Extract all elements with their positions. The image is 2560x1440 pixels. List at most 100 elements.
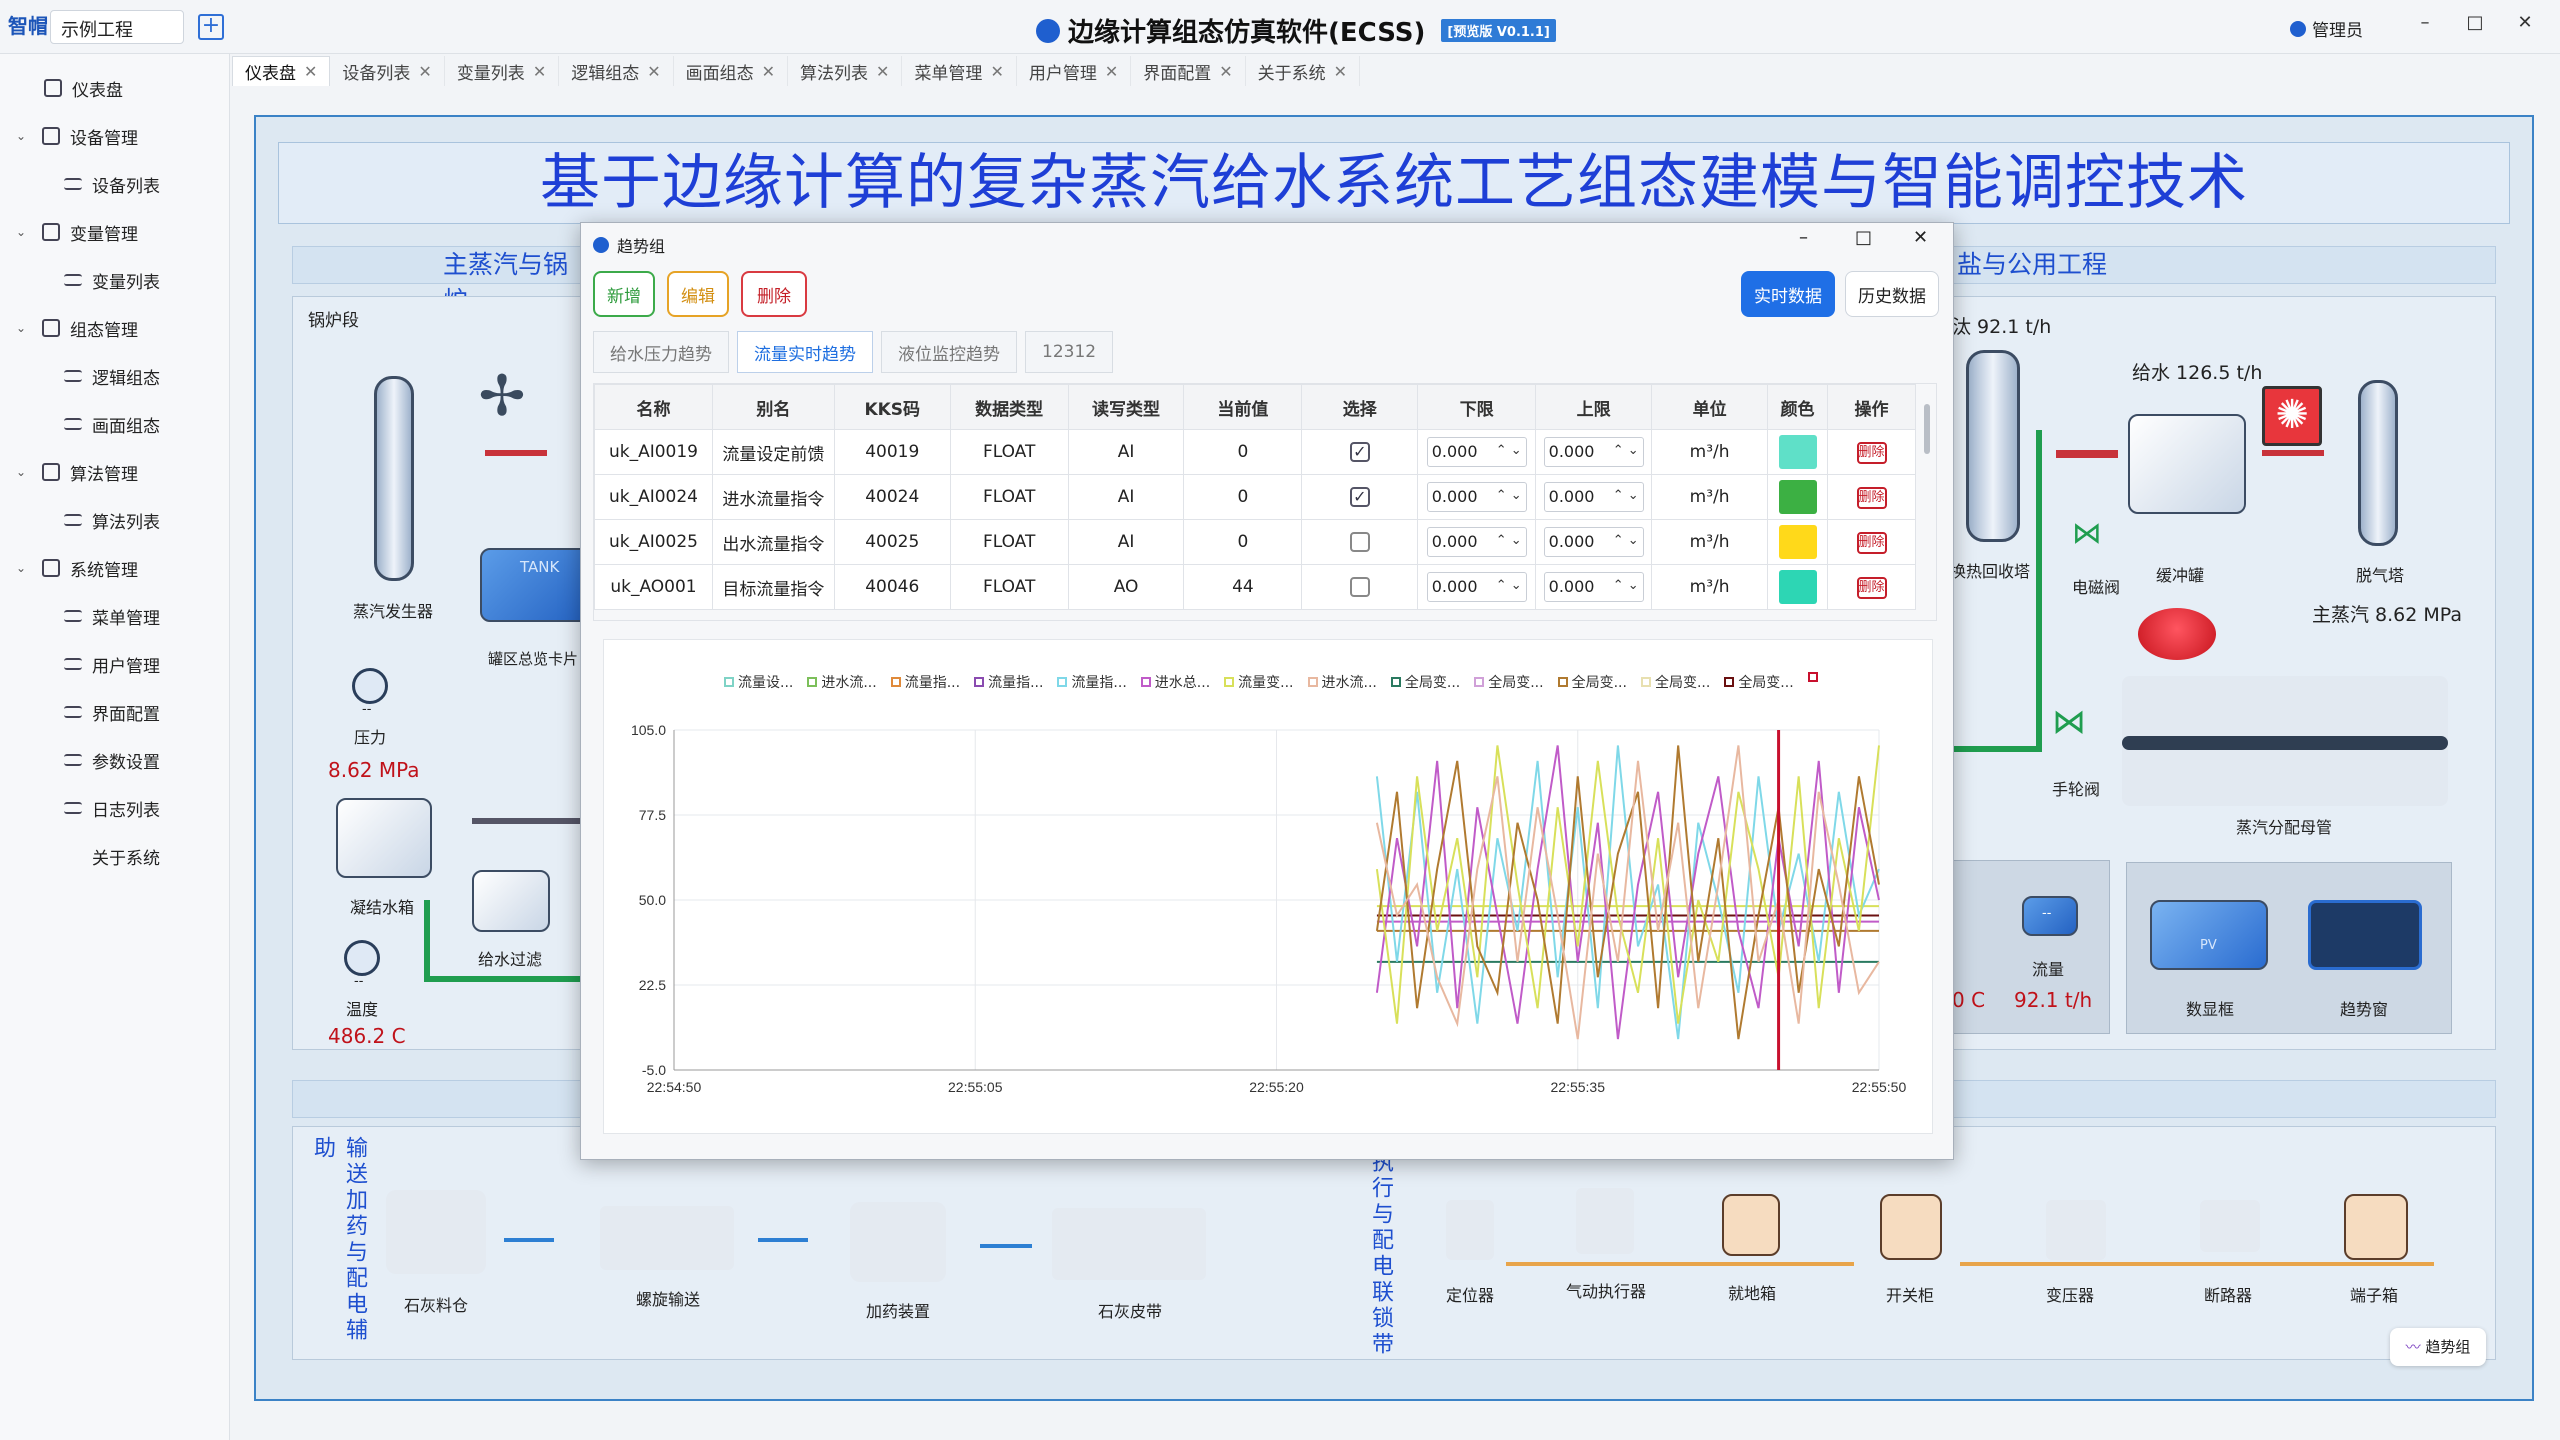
tab-menu-mgmt[interactable]: 菜单管理 ✕ [902,56,1017,86]
close-window-button[interactable]: ✕ [2510,12,2540,42]
high-limit-spinner[interactable]: 0.000 ⌃ ⌄ [1543,482,1644,512]
spinner-arrows-icon[interactable]: ⌃ ⌄ [1496,486,1522,506]
sidebar-item-about[interactable]: 关于系统 [0,836,230,876]
column-header[interactable]: 操作 [1827,384,1916,430]
spinner-arrows-icon[interactable]: ⌃ ⌄ [1613,486,1639,506]
lime-silo[interactable] [386,1190,486,1274]
alarm-button[interactable] [2138,608,2216,660]
tab-screen-config[interactable]: 画面组态 ✕ [674,56,789,86]
sidebar-item-menu-mgmt[interactable]: 菜单管理 [0,596,230,636]
trend-group-float-button[interactable]: 〰 趋势组 [2390,1328,2486,1366]
column-header[interactable]: 单位 [1651,384,1769,430]
edit-button[interactable]: 编辑 [667,271,729,317]
sidebar-item-ui-config[interactable]: 界面配置 [0,692,230,732]
column-header[interactable]: 颜色 [1767,384,1828,430]
tank-card[interactable]: TANK [480,548,592,622]
spinner-arrows-icon[interactable]: ⌃ ⌄ [1613,531,1639,551]
tab-device-list[interactable]: 设备列表 ✕ [330,56,445,86]
terminal-box[interactable] [2344,1194,2408,1260]
table-row[interactable]: uk_AO001 目标流量指令 40046 FLOAT AO 44 0.000 ⌃… [594,564,1916,610]
close-icon[interactable]: ✕ [990,62,1003,81]
delete-button[interactable]: 删除 [741,271,807,317]
tab-user-mgmt[interactable]: 用户管理 ✕ [1017,56,1132,86]
hand-valve-icon[interactable]: ⋈ [2052,702,2086,742]
flow-display[interactable]: -- [2022,896,2078,936]
history-data-button[interactable]: 历史数据 [1845,271,1939,317]
condensate-tank[interactable] [336,798,432,878]
table-row[interactable]: uk_AI0025 出水流量指令 40025 FLOAT AI 0 0.000 ⌃… [594,519,1916,565]
fan-icon[interactable]: ✢ [470,365,534,429]
tab-12312[interactable]: 12312 [1025,331,1114,373]
exhaust-fan-icon[interactable]: ✺ [2262,386,2322,446]
row-delete-button[interactable]: 删除 [1856,576,1887,599]
tab-dashboard[interactable]: 仪表盘 ✕ [232,56,331,86]
sidebar-item-logs[interactable]: 日志列表 [0,788,230,828]
close-icon[interactable]: ✕ [762,62,775,81]
buffer-tank[interactable] [2128,414,2246,514]
tab-about[interactable]: 关于系统 ✕ [1246,56,1361,86]
sidebar-item-system-mgmt[interactable]: ⌄ 系统管理 [0,548,230,588]
close-icon[interactable]: ✕ [304,62,317,81]
steam-header-pipe[interactable] [2122,736,2448,750]
sidebar-item-params[interactable]: 参数设置 [0,740,230,780]
close-icon[interactable]: ✕ [647,62,660,81]
column-header[interactable]: 数据类型 [949,384,1069,430]
close-icon[interactable]: ✕ [418,62,431,81]
low-limit-spinner[interactable]: 0.000 ⌃ ⌄ [1426,437,1527,467]
sidebar-item-user-mgmt[interactable]: 用户管理 [0,644,230,684]
tab-variable-list[interactable]: 变量列表 ✕ [445,56,560,86]
column-header[interactable]: 名称 [594,384,713,430]
dialog-minimize-button[interactable]: – [1799,227,1808,248]
row-delete-button[interactable]: 删除 [1856,486,1887,509]
close-icon[interactable]: ✕ [1105,62,1118,81]
column-header[interactable]: 选择 [1301,384,1419,430]
display-box[interactable]: PV [2150,900,2268,970]
spinner-arrows-icon[interactable]: ⌃ ⌄ [1496,576,1522,596]
spinner-arrows-icon[interactable]: ⌃ ⌄ [1496,531,1522,551]
color-swatch[interactable] [1778,435,1817,469]
table-row[interactable]: uk_AI0019 流量设定前馈 40019 FLOAT AI 0 0.000 ⌃… [594,429,1916,475]
steam-generator[interactable] [374,376,414,581]
close-icon[interactable]: ✕ [533,62,546,81]
sidebar-item-device-list[interactable]: 设备列表 [0,164,230,204]
minimize-button[interactable]: – [2410,12,2440,42]
column-header[interactable]: 读写类型 [1067,384,1185,430]
high-limit-spinner[interactable]: 0.000 ⌃ ⌄ [1543,437,1644,467]
table-scrollbar[interactable] [1924,404,1930,454]
local-box[interactable] [1722,1194,1780,1256]
sidebar-item-config-mgmt[interactable]: ⌄ 组态管理 [0,308,230,348]
tab-ui-config[interactable]: 界面配置 ✕ [1131,56,1246,86]
dialog-maximize-button[interactable]: □ [1855,227,1872,248]
low-limit-spinner[interactable]: 0.000 ⌃ ⌄ [1426,482,1527,512]
low-limit-spinner[interactable]: 0.000 ⌃ ⌄ [1426,527,1527,557]
sidebar-item-device-mgmt[interactable]: ⌄ 设备管理 [0,116,230,156]
tab-logic-config[interactable]: 逻辑组态 ✕ [559,56,674,86]
screw-conveyor[interactable] [600,1206,734,1270]
column-header[interactable]: 下限 [1417,384,1537,430]
sidebar-item-variable-list[interactable]: 变量列表 [0,260,230,300]
tab-feed-pressure-trend[interactable]: 给水压力趋势 [593,331,729,373]
column-header[interactable]: 当前值 [1183,384,1303,430]
close-icon[interactable]: ✕ [1334,62,1347,81]
color-swatch[interactable] [1778,570,1817,604]
select-checkbox[interactable] [1349,577,1370,597]
color-swatch[interactable] [1778,480,1817,514]
positioner[interactable] [1446,1200,1494,1260]
table-row[interactable]: uk_AI0024 进水流量指令 40024 FLOAT AI 0 0.000 ⌃… [594,474,1916,520]
column-header[interactable]: 别名 [711,384,835,430]
sidebar-item-logic-config[interactable]: 逻辑组态 [0,356,230,396]
column-header[interactable]: 上限 [1535,384,1653,430]
heat-recovery-tower[interactable] [1966,350,2020,542]
spinner-arrows-icon[interactable]: ⌃ ⌄ [1613,576,1639,596]
trend-window[interactable] [2308,900,2422,970]
switch-cabinet[interactable] [1880,1194,1942,1260]
sidebar-item-variable-mgmt[interactable]: ⌄ 变量管理 [0,212,230,252]
solenoid-valve-icon[interactable]: ⋈ [2072,516,2102,551]
color-swatch[interactable] [1778,525,1817,559]
realtime-data-button[interactable]: 实时数据 [1741,271,1835,317]
pneumatic-actuator[interactable] [1576,1188,1634,1254]
spinner-arrows-icon[interactable]: ⌃ ⌄ [1613,441,1639,461]
add-project-button[interactable]: + [198,14,224,40]
trend-chart[interactable]: 105.0 77.5 50.0 22.5 -5.022:54:50 22:55:05 22:… [604,640,1934,1135]
close-icon[interactable]: ✕ [876,62,889,81]
